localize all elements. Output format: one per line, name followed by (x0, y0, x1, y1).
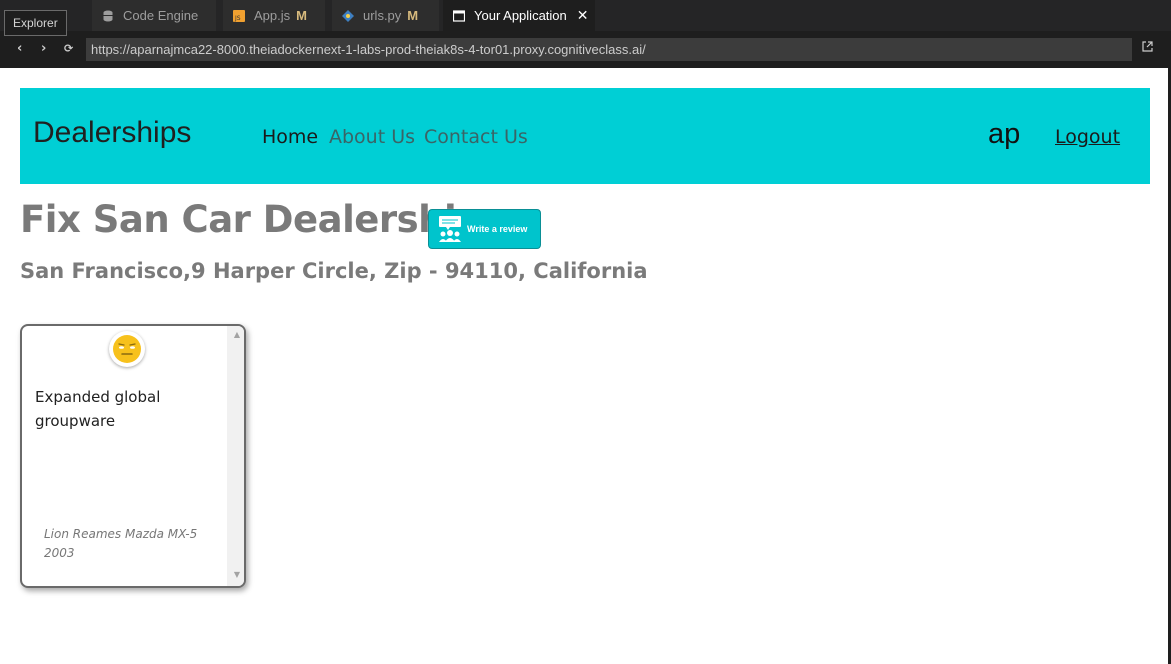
logout-link[interactable]: Logout (1055, 126, 1120, 148)
write-review-label: Write a review (467, 224, 528, 234)
open-external-icon[interactable] (1142, 41, 1153, 52)
modified-marker: M (296, 8, 307, 23)
tab-your-application[interactable]: Your Application ✕ (443, 0, 596, 31)
nav-home-link[interactable]: Home (262, 126, 318, 148)
review-text: Expanded global groupware (35, 388, 161, 430)
browser-preview-icon (453, 9, 465, 22)
write-review-button[interactable]: Write a review (428, 209, 541, 249)
back-icon[interactable]: ‹ (17, 41, 22, 56)
review-card: Expanded global groupware Lion Reames Ma… (20, 324, 246, 588)
app-navbar: Dealerships Home About Us Contact Us ap … (20, 88, 1150, 184)
tab-label: urls.py (363, 8, 402, 23)
people-chat-icon (439, 216, 461, 242)
neutral-face-icon (109, 331, 145, 367)
explorer-tooltip: Explorer (4, 10, 67, 36)
review-car-info: Lion Reames Mazda MX-5 2003 (44, 527, 198, 560)
scroll-up-arrow-icon[interactable]: ▲ (234, 330, 240, 339)
svg-text:JS: JS (234, 15, 241, 22)
nav-about-link[interactable]: About Us (329, 126, 415, 148)
scroll-down-arrow-icon[interactable]: ▼ (234, 570, 240, 579)
tab-label: App.js (254, 8, 291, 23)
ide-tab-bar: Code Engine JS App.js M urls.py M Your A… (0, 0, 1171, 31)
close-icon[interactable]: ✕ (577, 7, 589, 24)
username: ap (988, 118, 1021, 150)
dealer-address: San Francisco,9 Harper Circle, Zip - 941… (20, 259, 648, 283)
card-scrollbar[interactable]: ▲ ▼ (227, 326, 244, 586)
python-file-icon (342, 9, 354, 22)
js-file-icon: JS (233, 9, 245, 22)
brand-title[interactable]: Dealerships (33, 116, 191, 150)
dealer-name: Fix San Car Dealership (20, 198, 483, 241)
app-viewport: Dealerships Home About Us Contact Us ap … (0, 68, 1168, 664)
refresh-icon[interactable]: ⟳ (64, 42, 73, 55)
nav-contact-link[interactable]: Contact Us (424, 126, 528, 148)
database-icon (103, 10, 113, 21)
tab-app-js[interactable]: JS App.js M (223, 0, 326, 31)
tab-label: Code Engine (123, 8, 199, 23)
browser-toolbar: ‹ › ⟳ https://aparnajmca22-8000.theiadoc… (0, 31, 1171, 68)
tab-urls-py[interactable]: urls.py M (332, 0, 440, 31)
forward-icon[interactable]: › (41, 41, 46, 56)
url-input[interactable]: https://aparnajmca22-8000.theiadockernex… (86, 38, 1132, 61)
tab-code-engine[interactable]: Code Engine (92, 0, 217, 31)
tab-label: Your Application (474, 8, 567, 23)
modified-marker: M (407, 8, 419, 23)
